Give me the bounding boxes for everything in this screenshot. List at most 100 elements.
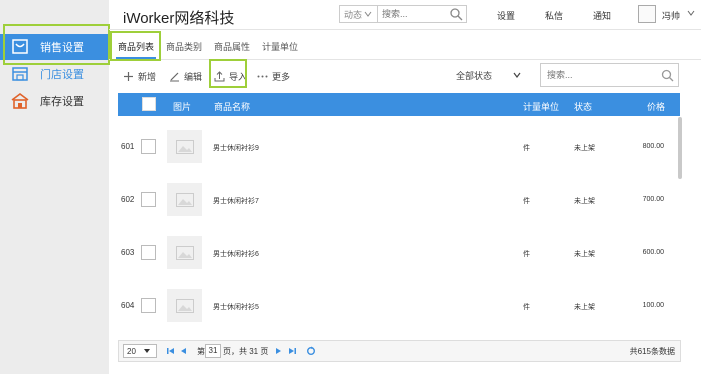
sidebar-item-label: 库存设置 <box>40 96 84 108</box>
row-checkbox[interactable] <box>141 192 156 207</box>
tab-product-category[interactable]: 商品类别 <box>166 40 202 53</box>
chevron-down-icon[interactable] <box>686 8 696 18</box>
upload-icon <box>214 70 225 81</box>
import-label: 导入 <box>229 71 248 82</box>
add-button[interactable]: 新增 <box>123 68 156 84</box>
chevron-down-icon[interactable] <box>512 70 522 80</box>
image-icon <box>175 192 194 207</box>
sidebar-item-label: 门店设置 <box>40 69 84 81</box>
product-price: 600.00 <box>642 249 664 256</box>
image-placeholder <box>167 236 202 269</box>
page-suffix: 页，共 31 页 <box>223 347 269 356</box>
column-status: 状态 <box>574 102 593 112</box>
notifications-link[interactable]: 通知 <box>593 9 611 22</box>
product-unit: 件 <box>523 251 530 258</box>
table-row[interactable]: 604 男士休闲衬衫5 件 未上架 100.00 <box>118 279 680 332</box>
pencil-icon <box>170 72 179 81</box>
warehouse-icon <box>11 93 29 109</box>
select-all-checkbox[interactable] <box>142 97 156 111</box>
header-search: 动态 <box>339 5 467 23</box>
avatar[interactable] <box>638 5 656 23</box>
edit-label: 编辑 <box>184 71 203 82</box>
product-status: 未上架 <box>574 198 595 205</box>
image-placeholder <box>167 183 202 216</box>
product-unit: 件 <box>523 198 530 205</box>
table-header: 图片 商品名称 计量单位 状态 价格 <box>118 93 680 116</box>
product-price: 100.00 <box>642 302 664 309</box>
page-size-select[interactable]: 20 <box>123 344 157 358</box>
table-row[interactable]: 602 男士休闲衬衫7 件 未上架 700.00 <box>118 173 680 226</box>
current-page-input[interactable]: 31 <box>205 344 221 358</box>
pagination-bar: 20 第 31 页，共 31 页 共615条数据 <box>118 340 681 362</box>
row-checkbox[interactable] <box>141 245 156 260</box>
header-divider <box>109 29 701 30</box>
row-number: 603 <box>121 248 135 257</box>
sidebar-item-sales-settings[interactable]: 销售设置 <box>0 34 109 60</box>
column-unit: 计量单位 <box>523 102 560 112</box>
image-icon <box>175 139 194 154</box>
chevron-down-icon <box>364 11 372 17</box>
row-checkbox[interactable] <box>141 298 156 313</box>
import-button[interactable]: 导入 <box>214 68 247 84</box>
product-name[interactable]: 男士休闲衬衫7 <box>213 196 259 206</box>
column-image: 图片 <box>173 102 192 112</box>
sidebar-item-label: 销售设置 <box>40 42 84 54</box>
product-status: 未上架 <box>574 145 595 152</box>
caret-down-icon <box>143 349 150 353</box>
store-icon <box>12 67 28 81</box>
image-placeholder <box>167 130 202 163</box>
tab-measure-units[interactable]: 计量单位 <box>262 40 298 53</box>
first-page-icon[interactable] <box>166 346 176 356</box>
product-name[interactable]: 男士休闲衬衫9 <box>213 143 259 153</box>
table-row[interactable]: 601 男士休闲衬衫9 件 未上架 800.00 <box>118 120 680 173</box>
image-icon <box>175 245 194 260</box>
tab-product-list[interactable]: 商品列表 <box>118 40 154 53</box>
row-number: 602 <box>121 195 135 204</box>
product-unit: 件 <box>523 145 530 152</box>
settings-link[interactable]: 设置 <box>497 9 515 22</box>
product-name[interactable]: 男士休闲衬衫5 <box>213 302 259 312</box>
screen-icon <box>12 39 28 54</box>
page-size-value: 20 <box>127 346 136 356</box>
search-icon[interactable] <box>661 69 674 82</box>
last-page-icon[interactable] <box>287 346 297 356</box>
table-row[interactable]: 603 男士休闲衬衫6 件 未上架 600.00 <box>118 226 680 279</box>
product-unit: 件 <box>523 304 530 311</box>
header-search-input[interactable] <box>378 6 448 22</box>
search-type-label: 动态 <box>344 9 363 20</box>
product-status: 未上架 <box>574 304 595 311</box>
product-status: 未上架 <box>574 251 595 258</box>
sidebar-item-inventory-settings[interactable]: 库存设置 <box>0 88 109 114</box>
edit-button[interactable]: 编辑 <box>169 68 202 84</box>
product-price: 700.00 <box>642 196 664 203</box>
column-price: 价格 <box>647 102 666 112</box>
status-filter[interactable]: 全部状态 <box>456 69 492 82</box>
search-type-select[interactable]: 动态 <box>340 6 378 22</box>
sidebar-item-store-settings[interactable]: 门店设置 <box>0 61 109 87</box>
app-brand: iWorker网络科技 <box>123 10 235 27</box>
plus-icon <box>124 71 133 81</box>
row-number: 604 <box>121 301 135 310</box>
product-name[interactable]: 男士休闲衬衫6 <box>213 249 259 259</box>
table-scrollbar[interactable] <box>678 117 682 179</box>
product-search <box>540 63 679 87</box>
more-dots-icon <box>257 75 268 77</box>
search-icon[interactable] <box>449 7 463 21</box>
messages-link[interactable]: 私信 <box>545 9 563 22</box>
next-page-icon[interactable] <box>273 346 283 356</box>
product-price: 800.00 <box>642 143 664 150</box>
row-checkbox[interactable] <box>141 139 156 154</box>
product-search-input[interactable] <box>541 64 651 86</box>
prev-page-icon[interactable] <box>179 346 189 356</box>
image-icon <box>175 298 194 313</box>
page-prefix: 第 <box>197 347 205 356</box>
add-label: 新增 <box>138 71 157 82</box>
row-number: 601 <box>121 142 135 151</box>
refresh-icon[interactable] <box>306 346 316 356</box>
user-name[interactable]: 冯帅 <box>662 9 680 22</box>
tab-divider <box>109 59 701 60</box>
total-count: 共615条数据 <box>629 347 675 356</box>
tab-product-attributes[interactable]: 商品属性 <box>214 40 250 53</box>
column-name: 商品名称 <box>214 102 251 112</box>
more-button[interactable]: 更多 <box>257 68 290 84</box>
